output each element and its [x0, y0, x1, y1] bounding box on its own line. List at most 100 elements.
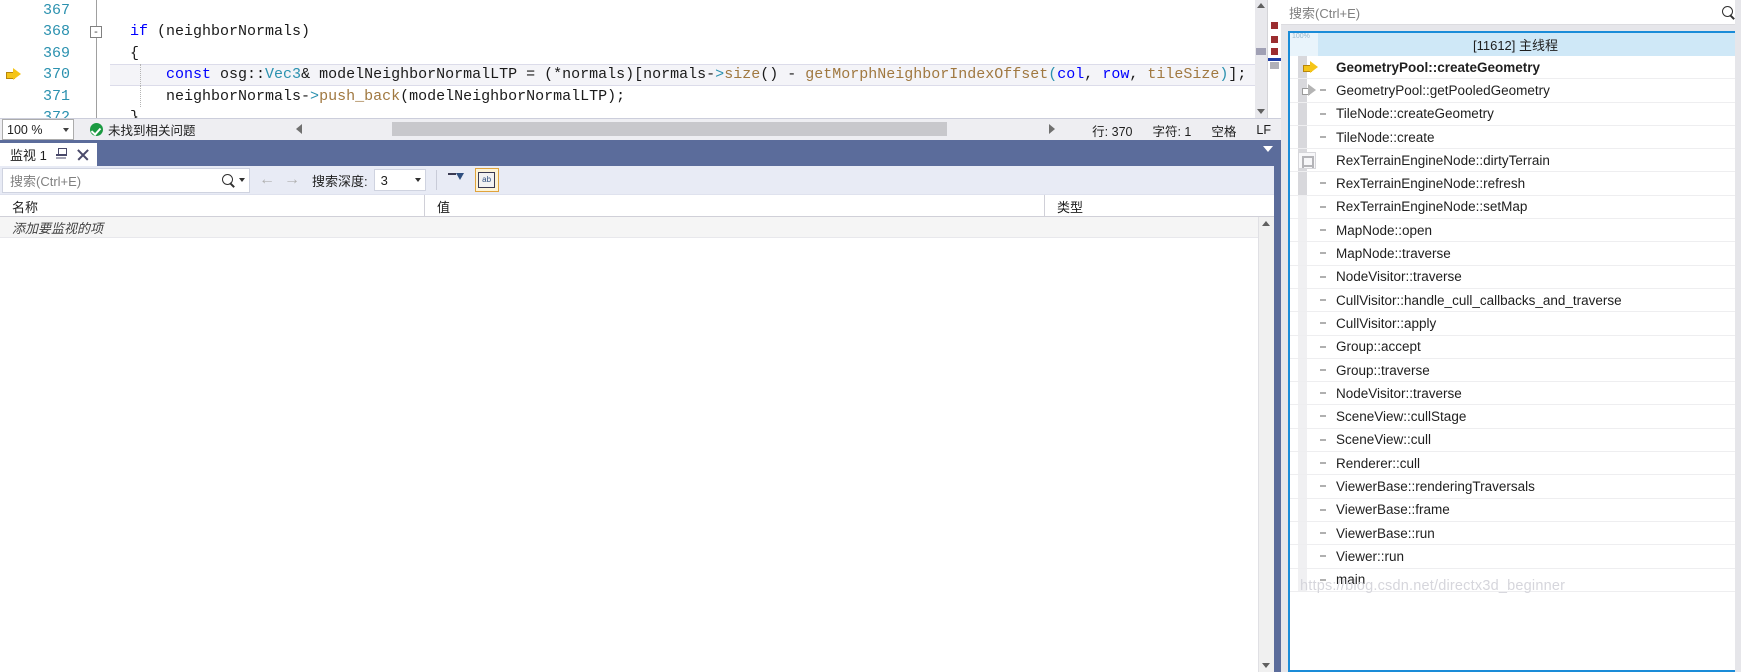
zoom-level-combo[interactable]: 100 %	[2, 119, 74, 140]
scroll-up-icon[interactable]	[1256, 1, 1266, 11]
call-stack-frame-row[interactable]: TileNode::createGeometry	[1290, 102, 1741, 126]
current-frame-arrow-icon	[1303, 61, 1318, 74]
expand-frames-icon[interactable]	[1298, 152, 1316, 170]
call-stack-frame-row[interactable]: RexTerrainEngineNode::refresh	[1290, 172, 1741, 196]
code-token: normals-	[643, 66, 716, 84]
scrollbar-thumb[interactable]	[1298, 125, 1307, 149]
filter-button[interactable]	[444, 168, 468, 192]
code-line[interactable]: 367	[0, 0, 1255, 22]
call-stack-frame-row[interactable]: SceneView::cull	[1290, 428, 1741, 453]
watch-add-item-row[interactable]: 添加要监视的项	[0, 217, 1258, 238]
glyph-margin[interactable]	[0, 43, 26, 64]
watch-search-input[interactable]: 搜索(Ctrl+E)	[2, 167, 250, 193]
call-stack-frame-row[interactable]: Group::accept	[1290, 335, 1741, 359]
call-stack-frame-label: CullVisitor::handle_cull_callbacks_and_t…	[1336, 292, 1622, 308]
call-stack-frame-row[interactable]: Viewer::run	[1290, 545, 1741, 569]
frame-tick-icon	[1320, 345, 1326, 348]
search-icon[interactable]	[222, 173, 235, 187]
outlining-margin[interactable]	[82, 106, 110, 118]
code-line[interactable]: 368 - if (neighborNormals)	[0, 21, 1255, 43]
call-stack-frame-list[interactable]: GeometryPool::createGeometry GeometryPool…	[1290, 56, 1741, 670]
outlining-margin[interactable]: -	[82, 21, 110, 43]
call-stack-frame-row[interactable]: RexTerrainEngineNode::dirtyTerrain	[1290, 149, 1741, 173]
pin-icon[interactable]	[55, 148, 68, 161]
call-stack-frame-row[interactable]: CullVisitor::handle_cull_callbacks_and_t…	[1290, 288, 1741, 313]
scroll-up-icon[interactable]	[1262, 219, 1270, 228]
scroll-right-icon[interactable]	[1043, 119, 1060, 139]
collapse-region-icon[interactable]: -	[90, 25, 102, 38]
call-stack-frame-row[interactable]: MapNode::open	[1290, 219, 1741, 243]
column-header-type[interactable]: 类型	[1045, 195, 1274, 217]
call-stack-frame-row[interactable]: TileNode::create	[1290, 125, 1741, 150]
call-stack-search-input[interactable]: 搜索(Ctrl+E)	[1281, 0, 1741, 25]
call-stack-frame-row[interactable]: CullVisitor::apply	[1290, 312, 1741, 336]
hscroll-track[interactable]	[307, 119, 1043, 139]
call-stack-row-gutter	[1290, 568, 1334, 591]
close-icon[interactable]	[77, 149, 89, 161]
glyph-margin[interactable]	[0, 64, 26, 85]
line-endings[interactable]: LF	[1246, 123, 1281, 137]
call-stack-frame-row[interactable]: ViewerBase::renderingTraversals	[1290, 475, 1741, 499]
call-stack-frame-row[interactable]: ViewerBase::run	[1290, 521, 1741, 546]
code-line[interactable]: 371 neighborNormals->push_back(modelNeig…	[0, 85, 1255, 107]
call-stack-row-gutter	[1290, 195, 1334, 219]
search-depth-combo[interactable]: 3	[373, 169, 426, 191]
call-stack-frame-label: main	[1336, 572, 1366, 588]
chevron-down-icon[interactable]	[1263, 146, 1273, 152]
call-stack-frame-row[interactable]: GeometryPool::getPooledGeometry	[1290, 79, 1741, 103]
outlining-margin[interactable]	[82, 64, 110, 86]
code-token: row	[1102, 66, 1130, 84]
hscroll-thumb[interactable]	[392, 122, 947, 136]
thread-label: [11612] 主线程	[1472, 38, 1559, 53]
call-stack-frame-row[interactable]: SceneView::cullStage	[1290, 405, 1741, 429]
glyph-margin[interactable]	[0, 86, 26, 107]
code-line[interactable]: 370 const osg::Vec3& modelNeighborNormal…	[0, 64, 1255, 86]
indentation-mode[interactable]: 空格	[1201, 121, 1246, 140]
outlining-margin[interactable]	[82, 42, 110, 65]
code-lines[interactable]: 367 368- if (neighborNormals) 369 {370 con…	[0, 0, 1255, 118]
code-token: ,	[1129, 66, 1148, 84]
column-header-value[interactable]: 值	[425, 195, 1045, 217]
scroll-left-icon[interactable]	[290, 119, 307, 139]
editor-mark-margin[interactable]	[1267, 0, 1281, 118]
call-stack-frame-row[interactable]: MapNode::traverse	[1290, 242, 1741, 266]
search-icon[interactable]	[1722, 5, 1735, 19]
code-editor[interactable]: 367 368- if (neighborNormals) 369 {370 con…	[0, 0, 1281, 118]
scrollbar-thumb[interactable]	[1298, 102, 1307, 125]
hex-display-button[interactable]: ab	[474, 168, 499, 192]
frame-tick-icon	[1320, 531, 1326, 534]
watch-vertical-scrollbar[interactable]	[1258, 217, 1274, 672]
scroll-down-icon[interactable]	[1256, 107, 1266, 117]
glyph-margin[interactable]	[0, 0, 26, 21]
scrollbar-thumb[interactable]	[1256, 48, 1266, 55]
call-stack-frame-row[interactable]: RexTerrainEngineNode::setMap	[1290, 195, 1741, 220]
call-stack-frame-row[interactable]: NodeVisitor::traverse	[1290, 382, 1741, 406]
watch-grid-header: 名称 值 类型	[0, 195, 1274, 217]
column-header-name[interactable]: 名称	[0, 195, 425, 217]
call-stack-frame-row[interactable]: ViewerBase::frame	[1290, 498, 1741, 522]
glyph-margin[interactable]	[0, 21, 26, 42]
watch-grid-rows[interactable]: 添加要监视的项	[0, 217, 1258, 672]
tab-watch-1[interactable]: 监视 1	[0, 143, 97, 166]
chevron-down-icon[interactable]	[239, 178, 245, 182]
outlining-margin[interactable]	[82, 0, 110, 22]
search-previous-icon[interactable]: ←	[259, 172, 275, 188]
problems-status[interactable]: 未找到相关问题	[90, 120, 196, 139]
call-stack-frame-row[interactable]: GeometryPool::createGeometry	[1290, 56, 1741, 80]
call-stack-frame-row[interactable]: Renderer::cull	[1290, 452, 1741, 476]
frame-tick-icon	[1320, 368, 1326, 371]
editor-horizontal-scrollbar[interactable]	[290, 119, 1060, 139]
scroll-down-icon[interactable]	[1262, 661, 1270, 670]
glyph-margin[interactable]	[0, 107, 26, 118]
call-stack-frame-row[interactable]: NodeVisitor::traverse	[1290, 265, 1741, 289]
editor-vertical-scrollbar[interactable]	[1255, 0, 1267, 118]
code-line[interactable]: 372 }	[0, 106, 1255, 118]
code-line[interactable]: 369 {	[0, 42, 1255, 65]
outlining-margin[interactable]	[82, 85, 110, 107]
search-next-icon[interactable]: →	[284, 172, 300, 188]
call-stack-frame-row[interactable]: Group::traverse	[1290, 358, 1741, 383]
scrollbar-thumb[interactable]	[1298, 172, 1307, 195]
call-stack-frame-row[interactable]: main	[1290, 568, 1741, 592]
scroll-pip	[1298, 265, 1307, 288]
search-depth-label: 搜索深度:	[312, 173, 368, 189]
